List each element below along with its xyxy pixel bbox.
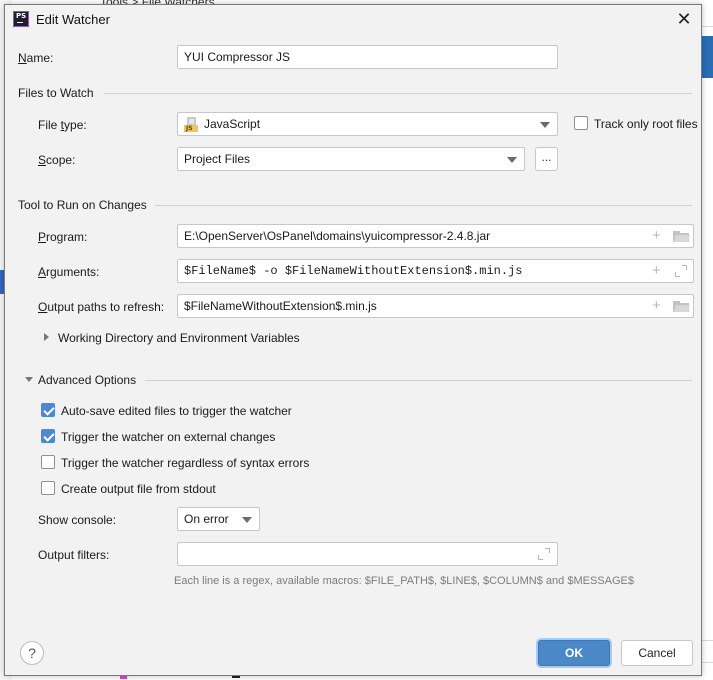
tool-to-run-heading: Tool to Run on Changes xyxy=(18,198,147,212)
label-text: ype: xyxy=(64,118,87,132)
insert-macro-icon[interactable]: + xyxy=(652,263,661,278)
arguments-input[interactable]: $FileName$ -o $FileNameWithoutExtension$… xyxy=(177,259,694,283)
background-selection xyxy=(702,36,713,78)
help-button[interactable]: ? xyxy=(20,641,44,665)
accelerator-key: A xyxy=(38,265,47,279)
label-text: utput paths to refresh: xyxy=(47,300,165,314)
phpstorm-app-icon: PS xyxy=(13,11,29,27)
label-text: rogram: xyxy=(46,230,88,244)
output-paths-input[interactable]: $FileNameWithoutExtension$.min.js + xyxy=(177,294,694,318)
scope-dropdown[interactable]: Project Files xyxy=(177,147,525,171)
auto-save-checkbox[interactable] xyxy=(41,403,55,417)
background-mark xyxy=(232,676,240,678)
edit-watcher-dialog: PS Edit Watcher ✕ Name: YUI Compressor J… xyxy=(4,4,702,676)
dialog-title: Edit Watcher xyxy=(36,12,110,27)
label-text: ame: xyxy=(26,51,54,65)
chevron-down-icon xyxy=(242,517,252,523)
track-only-root-files-checkbox[interactable] xyxy=(574,116,588,130)
name-input[interactable]: YUI Compressor JS xyxy=(177,45,558,69)
ok-button[interactable]: OK xyxy=(538,640,610,666)
collapse-triangle-icon[interactable] xyxy=(25,377,33,382)
scope-browse-button[interactable]: ... xyxy=(535,147,558,171)
folder-icon[interactable] xyxy=(673,301,690,312)
accelerator-key: N xyxy=(18,51,27,65)
background-mark xyxy=(120,676,127,679)
accelerator-key: P xyxy=(38,230,47,244)
auto-save-label: Auto-save edited files to trigger the wa… xyxy=(61,404,292,418)
stdout-output-checkbox[interactable] xyxy=(41,481,55,495)
show-console-dropdown[interactable]: On error xyxy=(177,507,260,531)
name-label: Name: xyxy=(18,51,53,65)
insert-macro-icon[interactable]: + xyxy=(652,298,661,313)
background-app-right xyxy=(702,0,713,680)
expand-triangle-icon[interactable] xyxy=(44,333,49,341)
output-paths-value: $FileNameWithoutExtension$.min.js xyxy=(184,299,377,313)
close-button[interactable]: ✕ xyxy=(675,11,693,29)
output-filters-hint: Each line is a regex, available macros: … xyxy=(174,575,634,587)
syntax-errors-label: Trigger the watcher regardless of syntax… xyxy=(61,456,310,470)
title-bar: PS Edit Watcher ✕ xyxy=(5,5,701,35)
label-text: cope: xyxy=(46,153,76,167)
insert-macro-icon[interactable]: + xyxy=(652,228,661,243)
external-changes-checkbox[interactable] xyxy=(41,429,55,443)
syntax-errors-checkbox[interactable] xyxy=(41,455,55,469)
divider xyxy=(702,662,713,663)
output-paths-label: Output paths to refresh: xyxy=(38,300,164,314)
scope-label: Scope: xyxy=(38,153,75,167)
javascript-file-icon: JS xyxy=(184,117,198,133)
accelerator-key: O xyxy=(38,300,48,314)
label-text: File xyxy=(38,118,61,132)
section-divider xyxy=(145,380,692,381)
cancel-button[interactable]: Cancel xyxy=(621,640,693,666)
arguments-value: $FileName$ -o $FileNameWithoutExtension$… xyxy=(184,264,523,278)
working-directory-toggle[interactable]: Working Directory and Environment Variab… xyxy=(58,331,300,345)
stdout-output-label: Create output file from stdout xyxy=(61,482,216,496)
show-console-value: On error xyxy=(184,512,229,526)
section-divider xyxy=(104,93,692,94)
help-icon: ? xyxy=(28,645,36,661)
external-changes-label: Trigger the watcher on external changes xyxy=(61,430,276,444)
chevron-down-icon xyxy=(540,122,550,128)
program-input[interactable]: E:\OpenServer\OsPanel\domains\yuicompres… xyxy=(177,224,694,248)
files-to-watch-heading: Files to Watch xyxy=(18,86,94,100)
file-type-value: JavaScript xyxy=(204,117,261,131)
program-label: Program: xyxy=(38,230,87,244)
section-divider xyxy=(155,205,692,206)
divider xyxy=(702,640,713,641)
file-type-dropdown[interactable]: JS JavaScript xyxy=(177,112,558,136)
close-icon: ✕ xyxy=(676,9,692,30)
track-only-root-files-label: Track only root files xyxy=(594,117,698,131)
show-console-label: Show console: xyxy=(38,513,117,527)
label-text: rguments: xyxy=(46,265,100,279)
output-filters-label: Output filters: xyxy=(38,548,110,562)
arguments-label: Arguments: xyxy=(38,265,99,279)
file-type-label: File type: xyxy=(38,118,87,132)
chevron-down-icon xyxy=(507,157,517,163)
expand-icon[interactable] xyxy=(537,547,551,561)
advanced-options-toggle[interactable]: Advanced Options xyxy=(38,373,136,387)
divider xyxy=(702,26,713,27)
expand-icon[interactable] xyxy=(674,264,688,278)
accelerator-key: S xyxy=(38,153,47,167)
scope-value: Project Files xyxy=(184,152,251,166)
folder-icon[interactable] xyxy=(673,231,690,242)
program-value: E:\OpenServer\OsPanel\domains\yuicompres… xyxy=(184,229,491,243)
output-filters-input[interactable] xyxy=(177,542,558,566)
